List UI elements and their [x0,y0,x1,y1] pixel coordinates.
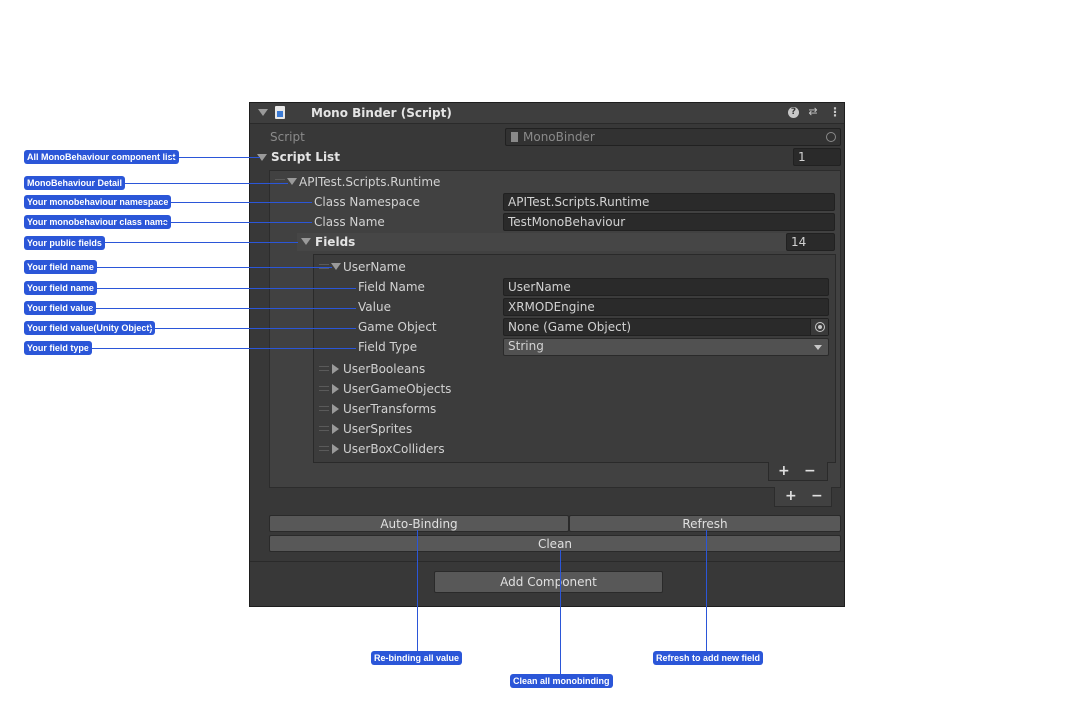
annotation-rebinding: Re-binding all value [371,651,463,665]
fieldtype-dropdown[interactable]: String [503,338,829,356]
annotation-line [417,530,418,651]
fieldtype-value: String [508,339,544,353]
annotation-public-fields: Your public fields [24,236,105,250]
script-list-remove-button[interactable]: − [811,489,823,503]
fields-header-bg [297,233,835,251]
fieldtype-label: Field Type [358,340,418,354]
gameobject-label: Game Object [358,320,437,334]
fold-arrow-icon[interactable] [258,109,268,116]
annotation-line [170,157,260,158]
annotation-field-name: Your field name [24,260,97,274]
annotation-field-name-2: Your field name [24,281,97,295]
annotation-classname: Your monobehaviour class name [24,215,171,229]
script-list-label: Script List [271,150,340,164]
help-icon[interactable]: ? [788,107,799,118]
gameobject-field[interactable]: None (Game Object) [503,318,829,336]
field-name-input[interactable]: UserName [503,278,829,296]
preset-settings-icon[interactable]: ⇄ [807,106,819,118]
classname-label: Class Name [314,215,385,229]
object-picker-icon[interactable] [826,132,836,142]
collapsed-field-item[interactable]: UserTransforms [343,401,436,417]
script-list-footer [774,487,832,507]
annotation-line [168,202,312,203]
clean-button[interactable]: Clean [269,535,841,552]
collapsed-field-item[interactable]: UserGameObjects [343,381,451,397]
drag-handle-icon[interactable] [319,366,329,371]
annotation-line [560,550,561,674]
collapsed-field-item[interactable]: UserSprites [343,421,412,437]
annotation-clean-all: Clean all monobinding [510,674,613,688]
drag-handle-icon[interactable] [319,426,329,431]
script-value: MonoBinder [523,130,595,144]
script-file-icon [275,106,285,119]
field-fold-icon[interactable] [331,263,341,270]
component-header[interactable]: Mono Binder (Script) ? ⇄ ⋮ [250,103,844,124]
auto-binding-button[interactable]: Auto-Binding [269,515,569,532]
collapsed-field-item[interactable]: UserBooleans [343,361,425,377]
annotation-line [100,242,298,243]
annotation-line [88,348,356,349]
field-name-label: Field Name [358,280,425,294]
drag-handle-icon[interactable] [319,406,329,411]
drag-handle-icon[interactable] [319,386,329,391]
script-object-field[interactable]: MonoBinder [505,128,841,146]
script-list-add-button[interactable]: + [785,489,797,503]
annotation-line [148,328,356,329]
script-asset-icon [511,132,518,142]
inspector-window: Mono Binder (Script) ? ⇄ ⋮ Script MonoBi… [249,102,845,607]
fields-footer [768,462,828,481]
annotation-field-value-object: Your field value(Unity Object) [24,321,156,335]
field-collapsed-icon[interactable] [332,404,339,414]
divider [250,561,844,562]
annotation-refresh-add: Refresh to add new field [653,651,764,665]
annotation-component-list: All MonoBehaviour component list [24,150,179,164]
field-collapsed-icon[interactable] [332,384,339,394]
field-title: UserName [343,260,406,274]
value-input[interactable]: XRMODEngine [503,298,829,316]
field-collapsed-icon[interactable] [332,444,339,454]
annotation-line [92,308,356,309]
script-label: Script [270,130,305,144]
gameobject-value: None (Game Object) [508,320,632,334]
annotation-line [162,222,312,223]
annotation-field-type: Your field type [24,341,92,355]
object-picker-icon[interactable] [810,319,828,335]
context-menu-icon[interactable]: ⋮ [829,106,841,119]
fields-label: Fields [315,235,356,249]
namespace-field[interactable]: APITest.Scripts.Runtime [503,193,835,211]
fields-fold-icon[interactable] [301,238,311,245]
fields-add-button[interactable]: + [778,464,790,478]
fields-size-field[interactable]: 14 [786,233,835,251]
add-component-button[interactable]: Add Component [434,571,663,593]
element-fold-icon[interactable] [287,178,297,185]
annotation-line [122,183,288,184]
drag-handle-icon[interactable] [319,446,329,451]
annotation-field-value: Your field value [24,301,97,315]
element-title: APITest.Scripts.Runtime [299,175,441,189]
refresh-button[interactable]: Refresh [569,515,841,532]
classname-field[interactable]: TestMonoBehaviour [503,213,835,231]
chevron-down-icon [814,345,822,350]
field-collapsed-icon[interactable] [332,364,339,374]
annotation-detail: MonoBehaviour Detail [24,176,126,190]
annotation-line [94,288,356,289]
fields-remove-button[interactable]: − [804,464,816,478]
component-title: Mono Binder (Script) [311,106,452,120]
annotation-line [706,530,707,651]
value-label: Value [358,300,391,314]
collapsed-field-item[interactable]: UserBoxColliders [343,441,445,457]
namespace-label: Class Namespace [314,195,420,209]
field-collapsed-icon[interactable] [332,424,339,434]
script-list-size-field[interactable]: 1 [793,148,841,166]
annotation-namespace: Your monobehaviour namespace [24,195,172,209]
annotation-line [94,267,332,268]
